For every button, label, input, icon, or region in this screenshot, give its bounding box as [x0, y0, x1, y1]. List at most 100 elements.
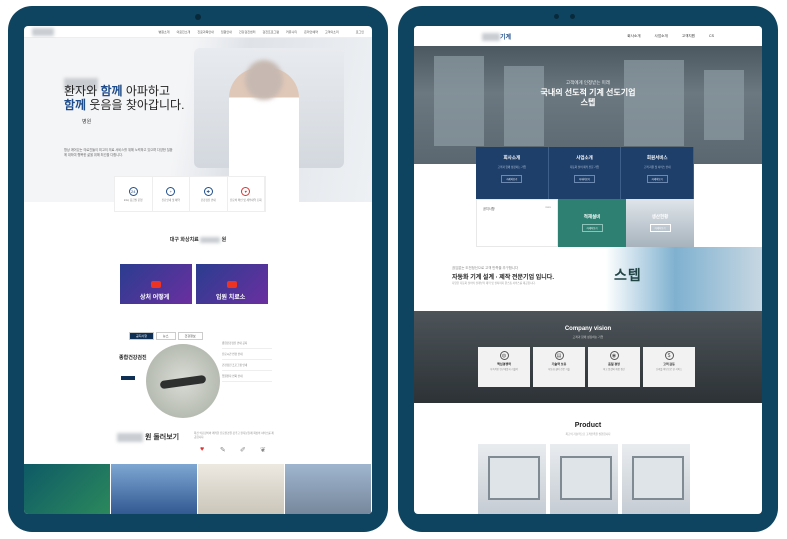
play-icon — [227, 281, 237, 288]
tablet-camera — [554, 14, 559, 19]
vision-title: Company vision — [564, 326, 612, 332]
tab-health[interactable]: 건강정보 — [177, 332, 203, 340]
card-member[interactable]: 회원서비스 고객 지원 및 서비스 안내 자세히보기 — [621, 147, 695, 199]
nav-item[interactable]: 회사소개 — [627, 34, 640, 39]
quick-item[interactable]: 24 24시 응급실 운영 — [115, 177, 153, 211]
play-icon — [151, 281, 161, 288]
hospital-name: 병원 — [82, 119, 92, 125]
tab-notice[interactable]: 공지사항 — [129, 332, 155, 340]
video-thumbnail[interactable]: 입원 치료소 — [196, 264, 268, 304]
list-item[interactable]: 건강검진 프로그램 안내 — [222, 360, 272, 371]
tablet-sensor — [570, 14, 575, 19]
lung-icon: ❦ — [260, 447, 266, 454]
quick-item[interactable]: + 진료안내 및 예약 — [153, 177, 190, 211]
right-nav: 기계 회사소개 사업소개 고객지원 CS — [414, 26, 762, 46]
info-row: 공지사항 more 적재설비 자세히보기 생산현황 자세히보기 — [476, 199, 694, 247]
board-tabs: 공지사항 뉴스 건강정보 — [129, 332, 203, 340]
vision-subtitle: 고객과 함께 성장하는 기업 — [572, 335, 604, 339]
money-icon: $ — [664, 351, 674, 360]
service-cards: 회사소개 고객과 함께 성장하는 기업 자세히보기 사업소개 자동화 설비 제작 전문… — [476, 147, 695, 199]
syringe-icon: ✐ — [240, 447, 246, 454]
hospital-logo[interactable] — [32, 28, 54, 36]
more-button[interactable]: 자세히보기 — [501, 174, 523, 183]
nav-item[interactable]: 사업소개 — [655, 34, 668, 39]
vision-cards: ◍ 핵심경쟁력 지속적인 연구개발과 기술력 ▤ 기술력 보유 자동화 설비 전문 기술… — [478, 347, 695, 387]
card-business[interactable]: 사업소개 자동화 설비 제작 전문 기업 자세히보기 — [548, 147, 622, 199]
tablet-left: 병원소개 의료진소개 진료과목안내 입원안내 건강검진센터 검진프로그램 커뮤니… — [8, 6, 388, 532]
tour-title: 원 둘러보기 — [117, 432, 179, 442]
nav-item[interactable]: 커뮤니티 — [286, 30, 297, 34]
vision-card[interactable]: $ 고객 감동 신뢰를 바탕으로 한 서비스 — [643, 347, 695, 387]
vision-card[interactable]: ▤ 기술력 보유 자동화 설비 전문 기술 — [533, 347, 585, 387]
quick-menu: 24 24시 응급실 운영 + 진료안내 및 예약 ✚ 건강검진 안내 ♥ 진료비 확인… — [114, 176, 266, 212]
tab-news[interactable]: 뉴스 — [156, 332, 176, 340]
building-sign: 스텝 — [614, 267, 642, 283]
intro-subtitle: 끊임없는 도전정신으로 고객 만족을 추구합니다 — [452, 266, 519, 270]
hospital-site-screen: 병원소개 의료진소개 진료과목안내 입원안내 건강검진센터 검진프로그램 커뮤니… — [24, 26, 372, 514]
facility-photos — [24, 464, 372, 514]
product-image[interactable] — [478, 444, 546, 514]
more-button[interactable]: 자세히보기 — [649, 224, 671, 232]
hero-description: 항상 깨어있는 의료진들이 최고의 의료 서비스를 위해 노력하고 있으며 다양… — [64, 148, 173, 157]
company-site-screen: 기계 회사소개 사업소개 고객지원 CS 고객에게 인정받는 미래 국내의 선도… — [414, 26, 762, 514]
vision-card[interactable]: ◉ 품질 경영 최고 품질의 제품 생산 — [588, 347, 640, 387]
checkup-title: 종합건강검진 — [119, 355, 147, 361]
left-nav: 병원소개 의료진소개 진료과목안내 입원안내 건강검진센터 검진프로그램 커뮤니… — [24, 26, 372, 38]
nav-item[interactable]: 검진프로그램 — [262, 30, 279, 34]
plus-icon: + — [166, 186, 176, 196]
nav-item[interactable]: 고객의소리 — [325, 30, 339, 34]
checkup-more-button[interactable] — [121, 376, 135, 380]
product-images — [478, 444, 690, 514]
nav-item[interactable]: 건강검진센터 — [239, 30, 256, 34]
medical-cross-icon: ✚ — [203, 186, 213, 196]
equipment-image — [146, 344, 220, 418]
nav-item[interactable]: 고객지원 — [682, 34, 695, 39]
nav-item[interactable]: 의료진소개 — [177, 30, 191, 34]
tour-description: 최신 의료장비와 쾌적한 진료환경을 갖추고 환자분들께 최상의 서비스를 제공… — [194, 432, 274, 439]
list-item[interactable]: 입원환자 면회 안내 — [222, 371, 272, 382]
nav-item[interactable]: CS — [709, 34, 714, 38]
product-subtitle: 최고의 기술력으로 고객만족을 실현합니다 — [565, 433, 611, 436]
notice-list: 종합건강검진 안내 공지 진료시간 변경 안내 건강검진 프로그램 안내 입원환… — [222, 338, 272, 382]
heart-icon: ♥ — [200, 446, 205, 453]
tablet-camera — [195, 14, 201, 20]
login-link[interactable]: 로그인 — [356, 30, 364, 34]
vision-card[interactable]: ◍ 핵심경쟁력 지속적인 연구개발과 기술력 — [478, 347, 530, 387]
nav-item[interactable]: 병원소개 — [158, 30, 169, 34]
company-logo[interactable]: 기계 — [482, 32, 511, 42]
nav-item[interactable]: 온라인예약 — [304, 30, 318, 34]
more-button[interactable]: 자세히보기 — [581, 224, 603, 232]
notice-box: 공지사항 more — [476, 199, 558, 247]
list-item[interactable]: 종합건강검진 안내 공지 — [222, 338, 272, 349]
heart-icon: ♥ — [241, 186, 251, 196]
quick-item[interactable]: ♥ 진료비 확인 및 세부내역 조회 — [228, 177, 265, 211]
notice-more-link[interactable]: more — [545, 206, 551, 209]
product-image[interactable] — [622, 444, 690, 514]
product-image[interactable] — [550, 444, 618, 514]
blurred-face — [245, 60, 283, 100]
intro-description: 다양한 자동화 설비의 설계부터 제작 및 설치까지 원스톱 서비스를 제공합니… — [452, 282, 536, 285]
more-button[interactable]: 자세히보기 — [646, 174, 668, 183]
section-title: 대구 화상치료 원 — [169, 236, 227, 243]
nav-item[interactable]: 입원안내 — [221, 30, 232, 34]
notice-title: 공지사항 — [483, 207, 495, 211]
facility-photo[interactable] — [198, 464, 285, 514]
clock-24-icon: 24 — [128, 186, 138, 196]
card-facility[interactable]: 적재설비 자세히보기 — [558, 199, 626, 247]
video-thumbnail[interactable]: 상처 어떻게 — [120, 264, 192, 304]
product-title: Product — [574, 422, 602, 429]
facility-photo[interactable] — [285, 464, 372, 514]
vision-section: Company vision 고객과 함께 성장하는 기업 ◍ 핵심경쟁력 지속적인… — [414, 311, 762, 403]
card-production[interactable]: 생산현황 자세히보기 — [626, 199, 694, 247]
list-item[interactable]: 진료시간 변경 안내 — [222, 349, 272, 360]
card-company[interactable]: 회사소개 고객과 함께 성장하는 기업 자세히보기 — [476, 147, 549, 199]
video-list: 상처 어떻게 입원 치료소 — [120, 264, 268, 304]
doc-icon: ▤ — [554, 351, 564, 360]
more-button[interactable]: 자세히보기 — [574, 174, 595, 183]
facility-photo[interactable] — [111, 464, 198, 514]
pill-icon: ✎ — [220, 447, 226, 454]
globe-icon: ◍ — [499, 351, 509, 360]
quick-item[interactable]: ✚ 건강검진 안내 — [190, 177, 228, 211]
nav-item[interactable]: 진료과목안내 — [197, 30, 214, 34]
facility-photo[interactable] — [24, 464, 111, 514]
